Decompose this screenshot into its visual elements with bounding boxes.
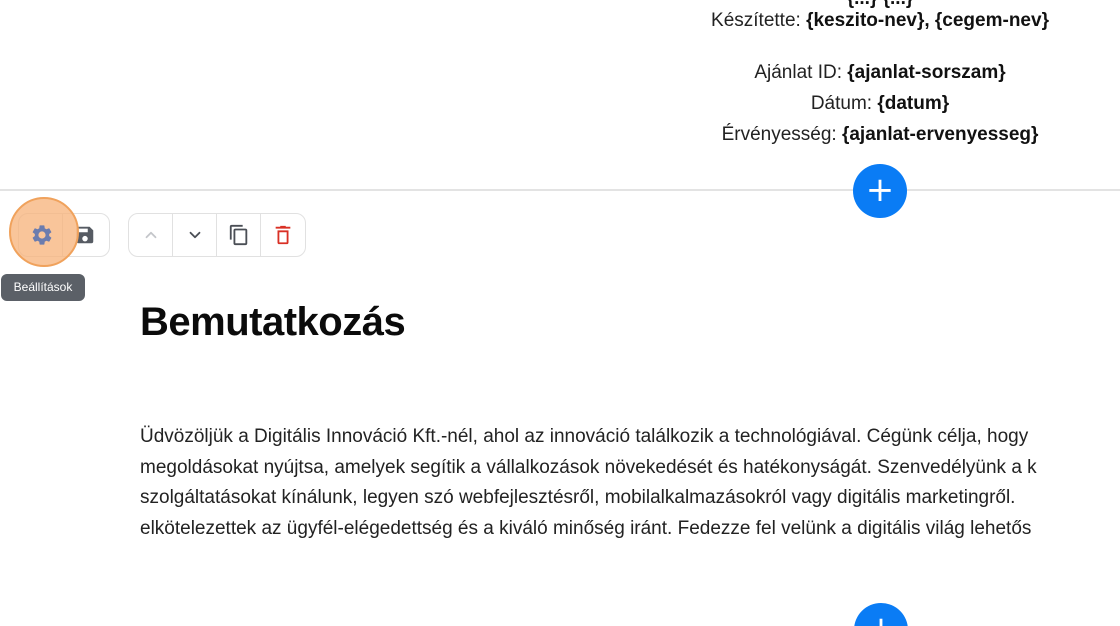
delete-button[interactable] — [261, 214, 305, 256]
section-paragraph[interactable]: Üdvözöljük a Digitális Innováció Kft.-né… — [140, 422, 1120, 544]
gear-icon — [32, 225, 52, 245]
settings-tooltip: Beállítások — [1, 274, 85, 301]
header-meta-partial: {...} {...} — [600, 0, 1120, 10]
paragraph-line: Üdvözöljük a Digitális Innováció Kft.-né… — [140, 426, 1029, 447]
plus-icon: + — [865, 170, 895, 210]
trash-icon — [275, 225, 291, 245]
paragraph-line: elkötelezettek az ügyfél-elégedettség és… — [140, 517, 1032, 539]
date-line: Dátum: {datum} — [810, 93, 950, 114]
move-down-button[interactable] — [173, 214, 217, 256]
section-toolbar-actions — [128, 213, 306, 257]
chevron-down-icon — [189, 231, 200, 239]
made-by-line: Készítette: {keszito-nev}, {cegem-nev} — [711, 10, 1049, 31]
section-title: Bemutatkozás — [140, 300, 406, 344]
validity-line: Érvényesség: {ajanlat-ervenyesseg} — [721, 124, 1039, 145]
chevron-up-icon — [145, 231, 156, 239]
paragraph-line: megoldásokat nyújtsa, amelyek segítik a … — [140, 456, 1037, 478]
settings-button[interactable] — [20, 214, 64, 256]
plus-icon: + — [867, 609, 896, 626]
copy-icon — [229, 224, 247, 246]
move-up-button[interactable] — [129, 214, 173, 256]
offer-id-line: Ajánlat ID: {ajanlat-sorszam} — [754, 62, 1006, 83]
section-divider — [0, 189, 1120, 191]
add-section-button-bottom[interactable]: + — [854, 603, 908, 626]
duplicate-button[interactable] — [217, 214, 261, 256]
add-section-button[interactable]: + — [853, 164, 907, 218]
paragraph-line: szolgáltatásokat kínálunk, legyen szó we… — [140, 487, 1016, 508]
